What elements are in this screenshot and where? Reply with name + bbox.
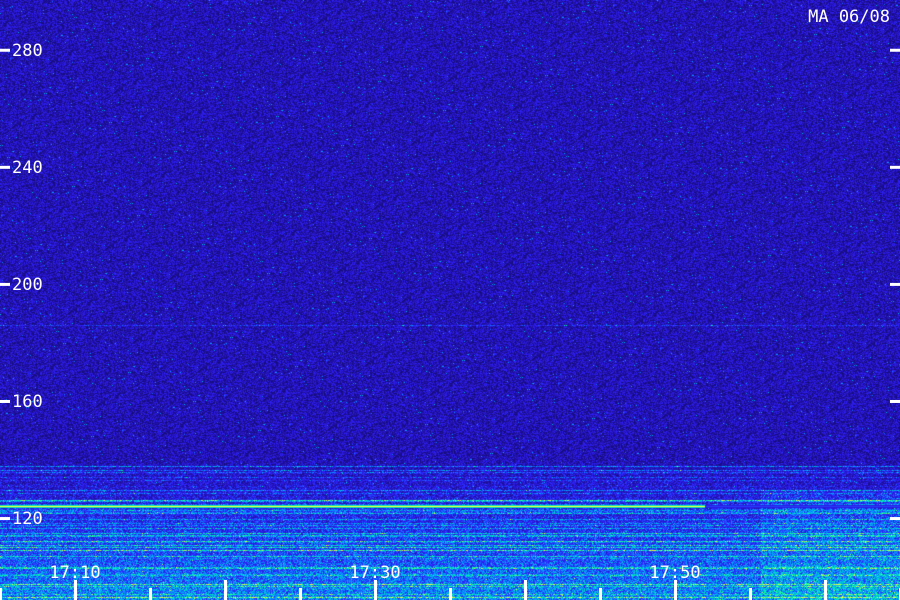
y-tick-left [0, 399, 10, 403]
y-tick-label: 160 [12, 392, 43, 412]
x-tick [149, 588, 152, 600]
x-tick [224, 580, 227, 600]
x-tick-label: 17:50 [649, 563, 700, 583]
x-tick [674, 580, 677, 600]
axis-labels: 120 160 200 240 280 17:10 17:30 17:50 [12, 41, 701, 583]
x-tick [374, 580, 377, 600]
y-tick-label: 200 [12, 275, 43, 295]
y-tick-label: 240 [12, 158, 43, 178]
x-tick [449, 588, 452, 600]
x-tick [824, 580, 827, 600]
tick-marks [0, 48, 900, 600]
y-tick-left [0, 517, 10, 521]
spectrogram: 120 160 200 240 280 17:10 17:30 17:50 MA 06/08 [0, 0, 900, 600]
x-tick [74, 580, 77, 600]
x-tick-label: 17:10 [49, 563, 100, 583]
x-tick-label: 17:30 [349, 563, 400, 583]
y-tick-label: 280 [12, 41, 43, 61]
x-tick [599, 588, 602, 600]
y-tick-right [890, 517, 900, 521]
x-tick [524, 580, 527, 600]
chart-title: MA 06/08 [808, 7, 890, 27]
spectrogram-overlay: 120 160 200 240 280 17:10 17:30 17:50 MA 06/08 [0, 7, 900, 600]
x-tick [749, 588, 752, 600]
x-tick [0, 588, 2, 600]
y-tick-label: 120 [12, 509, 43, 529]
y-tick-right [890, 48, 900, 52]
y-tick-right [890, 399, 900, 403]
y-tick-left [0, 165, 10, 169]
y-tick-left [0, 282, 10, 286]
y-tick-left [0, 48, 10, 52]
x-tick [299, 588, 302, 600]
y-tick-right [890, 165, 900, 169]
y-tick-right [890, 282, 900, 286]
